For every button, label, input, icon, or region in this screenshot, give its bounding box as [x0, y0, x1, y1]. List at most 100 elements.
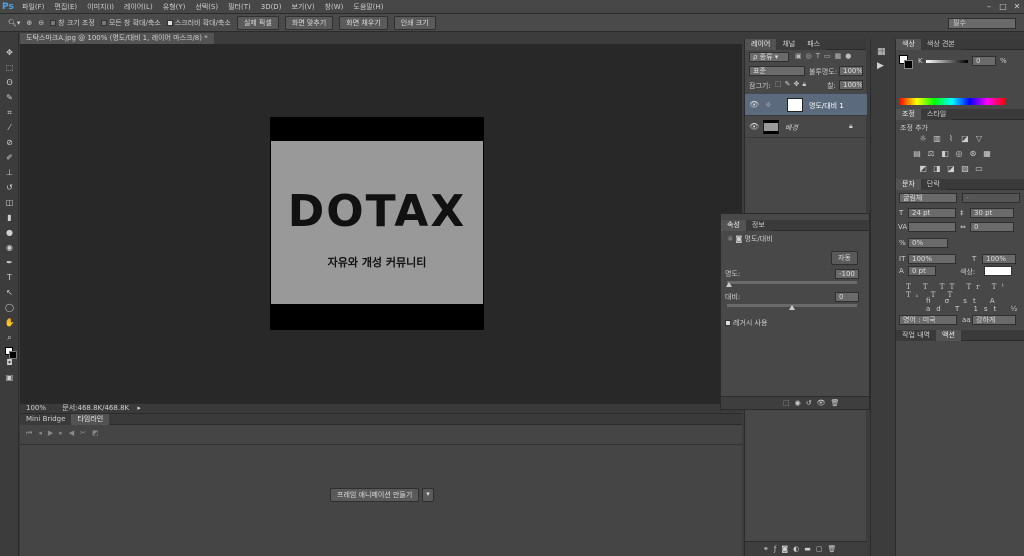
marquee-tool-icon[interactable]: ⬚: [3, 62, 16, 73]
zoom-all-windows-checkbox[interactable]: 모든 창 확대/축소: [100, 18, 161, 28]
tab-history[interactable]: 작업 내역: [896, 330, 936, 341]
zoom-tool-icon[interactable]: ⌕: [3, 332, 16, 343]
history-icon[interactable]: ▦: [877, 47, 886, 57]
workspace-select[interactable]: 필수: [948, 18, 1016, 29]
fill-screen-button[interactable]: 화면 채우기: [339, 15, 388, 30]
maximize-icon[interactable]: □: [996, 0, 1010, 14]
gradient-tool-icon[interactable]: ▮: [3, 212, 16, 223]
actual-pixels-button[interactable]: 실제 픽셀: [236, 15, 279, 30]
folder-icon[interactable]: ▬: [804, 545, 816, 553]
audio-icon[interactable]: ◀: [69, 429, 80, 437]
layer-name[interactable]: 명도/대비 1: [809, 101, 844, 111]
blend-mode-select[interactable]: 표준: [749, 66, 805, 76]
menu-help[interactable]: 도움말(H): [353, 2, 383, 12]
leading-field[interactable]: 30 pt: [970, 208, 1014, 218]
next-frame-icon[interactable]: ▸: [59, 429, 69, 437]
prev-frame-icon[interactable]: ◂: [38, 429, 48, 437]
curves-icon[interactable]: ⌇: [946, 134, 956, 143]
mixer-icon[interactable]: ⊛: [968, 149, 978, 158]
tab-channels[interactable]: 채널: [776, 39, 802, 50]
stamp-tool-icon[interactable]: ⊥: [3, 167, 16, 178]
layer-filter-kind[interactable]: ρ 종류 ▾: [749, 52, 789, 62]
hue-icon[interactable]: ▤: [912, 149, 922, 158]
new-layer-icon[interactable]: ▢: [816, 545, 828, 553]
zoom-in-icon[interactable]: ⊕: [26, 19, 32, 27]
filter-icons[interactable]: ▣◎T▭▦●: [795, 52, 855, 60]
link-icon[interactable]: ⚭: [763, 545, 774, 553]
path-select-icon[interactable]: ↖: [3, 287, 16, 298]
tab-styles[interactable]: 스타일: [920, 109, 953, 120]
opentype-buttons[interactable]: ﬁ σ st A ad T 1st ½: [926, 297, 1024, 313]
font-family-select[interactable]: 굴림체: [899, 193, 957, 203]
language-select[interactable]: 영어 : 미국: [899, 315, 957, 325]
eyedropper-tool-icon[interactable]: ⁄: [3, 122, 16, 133]
eye-icon[interactable]: 👁︎: [749, 100, 759, 109]
close-icon[interactable]: ✕: [1010, 0, 1024, 14]
brightness-slider[interactable]: [727, 281, 857, 284]
tab-layers[interactable]: 레이어: [745, 39, 777, 50]
quick-select-tool-icon[interactable]: ✎: [3, 92, 16, 103]
status-arrow-icon[interactable]: ▸: [137, 404, 141, 412]
vertical-scale-field[interactable]: 100%: [908, 254, 956, 264]
auto-button[interactable]: 자동: [831, 251, 858, 265]
create-frame-animation-button[interactable]: 프레임 애니메이션 만들기: [330, 488, 420, 502]
baseline-field[interactable]: 0 pt: [908, 266, 936, 276]
scrubby-zoom-checkbox[interactable]: 스크러비 확대/축소: [166, 18, 231, 28]
menu-file[interactable]: 파일(F): [22, 2, 44, 12]
view-previous-icon[interactable]: ◉: [795, 399, 806, 407]
invert-icon[interactable]: ◩: [918, 164, 928, 173]
lookup-icon[interactable]: ▦: [982, 149, 992, 158]
move-tool-icon[interactable]: ✥: [3, 47, 16, 58]
visibility-icon[interactable]: 👁︎: [817, 399, 831, 407]
shape-tool-icon[interactable]: ◯: [3, 302, 16, 313]
photo-filter-icon[interactable]: ◎: [954, 149, 964, 158]
contrast-slider-knob[interactable]: [789, 305, 795, 310]
menu-view[interactable]: 보기(V): [291, 2, 314, 12]
tab-adjustments[interactable]: 조정: [896, 109, 921, 120]
brightness-icon[interactable]: ☼: [918, 134, 928, 143]
menu-layer[interactable]: 레이어(L): [124, 2, 153, 12]
contrast-field[interactable]: 0: [835, 292, 859, 302]
reset-icon[interactable]: ↺: [806, 399, 817, 407]
brightness-slider-knob[interactable]: [726, 282, 732, 287]
opacity-field[interactable]: 100%: [839, 66, 863, 76]
clip-icon[interactable]: ⬚: [783, 399, 795, 407]
adjustment-icon[interactable]: ◐: [793, 545, 804, 553]
trash-icon[interactable]: 🗑︎: [828, 545, 842, 553]
threshold-icon[interactable]: ◪: [946, 164, 956, 173]
color-spectrum[interactable]: [899, 98, 1005, 105]
tsume-field[interactable]: 0%: [908, 238, 948, 248]
balance-icon[interactable]: ⚖: [926, 149, 936, 158]
eye-icon[interactable]: 👁︎: [749, 122, 759, 131]
legacy-checkbox[interactable]: 레거시 사용: [725, 318, 767, 328]
layer-name[interactable]: 배경: [785, 123, 798, 133]
menu-window[interactable]: 창(W): [325, 2, 344, 12]
menu-image[interactable]: 이미지(I): [87, 2, 114, 12]
screen-mode-icon[interactable]: ▣: [3, 372, 16, 383]
posterize-icon[interactable]: ◨: [932, 164, 942, 173]
resize-windows-checkbox[interactable]: 창 크기 조정: [50, 18, 95, 28]
menu-filter[interactable]: 필터(T): [228, 2, 251, 12]
tab-swatches[interactable]: 색상 견본: [920, 39, 961, 50]
layer-row-adjustment[interactable]: 👁︎ ☼ 명도/대비 1: [745, 94, 867, 116]
document-tab[interactable]: 도탁스마크A.jpg @ 100% (명도/대비 1, 레이어 마스크/8) *: [20, 33, 214, 44]
layer-row-background[interactable]: 👁︎ 배경 🔒︎: [745, 116, 867, 138]
pen-tool-icon[interactable]: ✒: [3, 257, 16, 268]
tab-color[interactable]: 색상: [896, 39, 921, 50]
transition-icon[interactable]: ◩: [92, 429, 105, 437]
lock-icons[interactable]: ⬚✎✥🔒︎: [775, 80, 809, 89]
menu-3d[interactable]: 3D(D): [261, 3, 282, 11]
zoom-out-icon[interactable]: ⊖: [38, 19, 44, 27]
brightness-field[interactable]: -100: [835, 269, 859, 279]
menu-select[interactable]: 선택(S): [195, 2, 218, 12]
vibrance-icon[interactable]: ▽: [974, 134, 984, 143]
menu-type[interactable]: 유형(Y): [163, 2, 186, 12]
text-color-swatch[interactable]: [984, 266, 1012, 276]
first-frame-icon[interactable]: ⏮: [26, 429, 38, 437]
font-size-field[interactable]: 24 pt: [908, 208, 956, 218]
k-field[interactable]: 0: [972, 56, 996, 66]
blur-tool-icon[interactable]: ●: [3, 227, 16, 238]
levels-icon[interactable]: ▥: [932, 134, 942, 143]
quick-mask-icon[interactable]: ◘: [3, 357, 16, 368]
eraser-tool-icon[interactable]: ◫: [3, 197, 16, 208]
